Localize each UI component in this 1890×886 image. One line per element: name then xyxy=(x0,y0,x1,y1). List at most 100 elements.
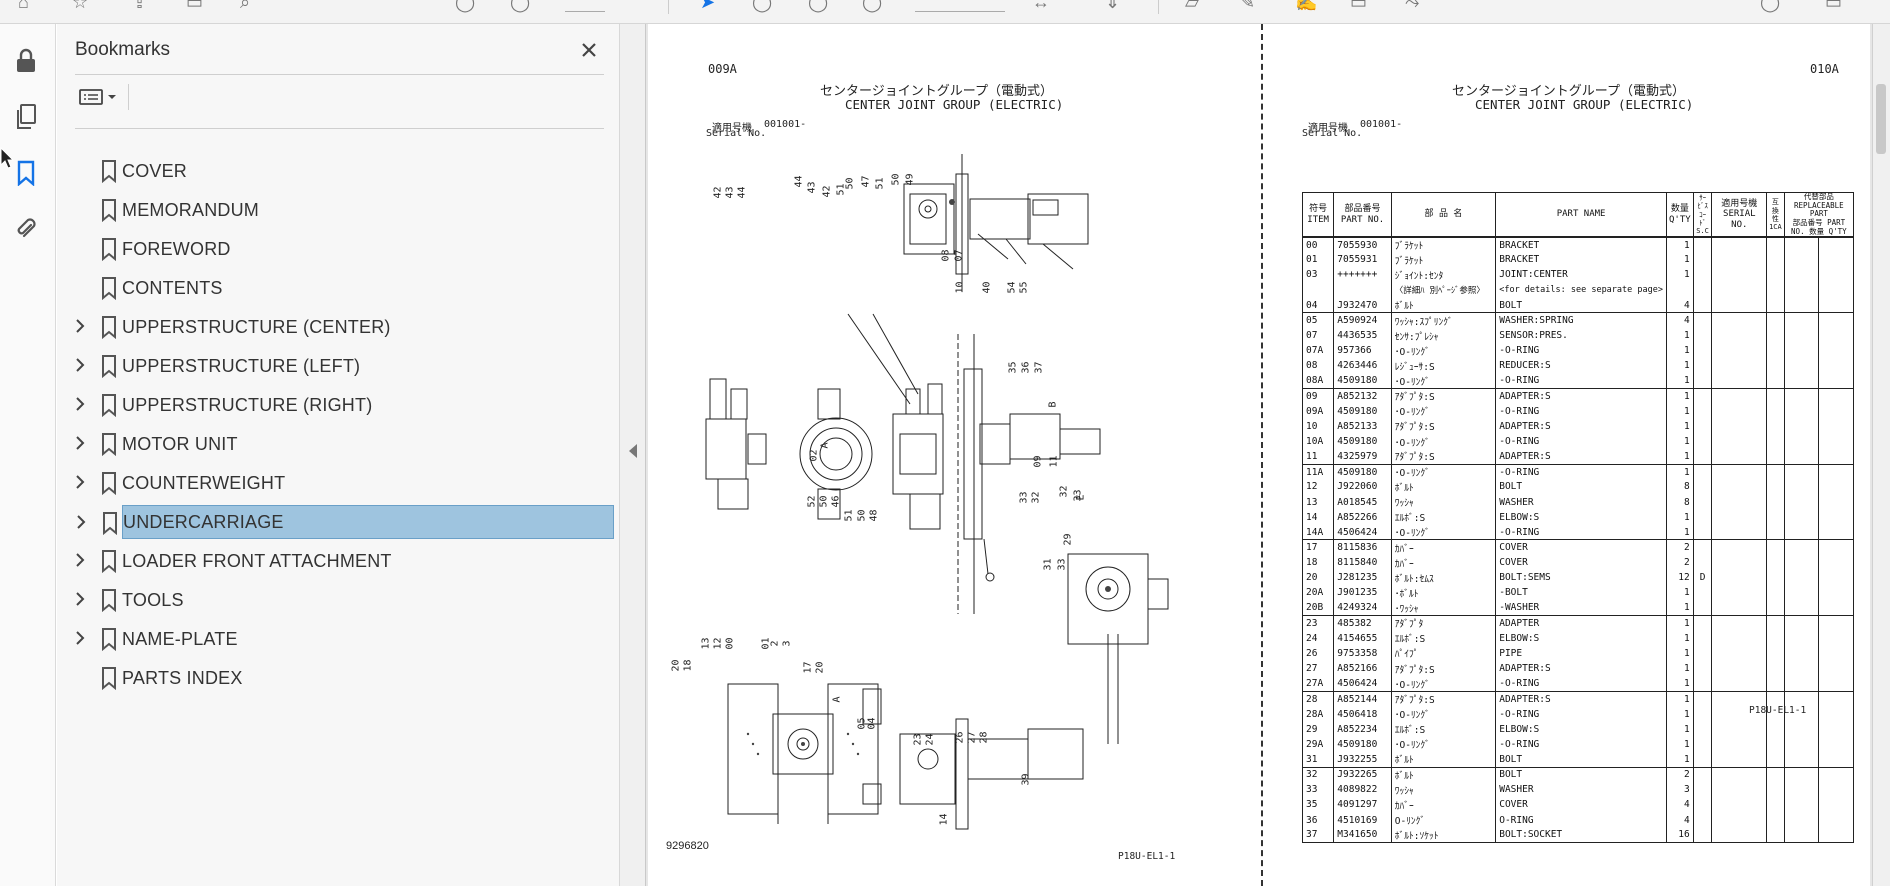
account-icon[interactable]: ◯ xyxy=(1760,0,1780,13)
cell-item: 28 xyxy=(1301,691,1335,707)
callout-number: 12 xyxy=(712,637,724,650)
cell-en: ADAPTER:S xyxy=(1495,418,1667,434)
callout-number: 51 xyxy=(843,509,855,522)
chevron-right-icon[interactable] xyxy=(72,630,88,646)
cell-part xyxy=(1333,282,1392,298)
panel-collapse-handle[interactable] xyxy=(620,24,646,886)
bookmark-item[interactable]: UPPERSTRUCTURE (RIGHT) xyxy=(76,388,614,422)
cell-empty xyxy=(1818,615,1854,631)
bookmark-item[interactable]: NAME-PLATE xyxy=(76,622,614,656)
stamp-icon[interactable]: ▭ xyxy=(1350,0,1367,13)
zoom-input[interactable] xyxy=(915,0,1005,12)
scroll-mode-icon[interactable]: ⇓ xyxy=(1105,0,1120,13)
callout-number: 50 xyxy=(856,509,868,522)
callout-number: 04 xyxy=(866,717,878,730)
cell-empty xyxy=(1766,797,1785,813)
bookmark-icon[interactable] xyxy=(10,157,42,189)
page-number-input[interactable] xyxy=(565,0,605,12)
callout-number: B xyxy=(1047,401,1059,408)
bookmark-item[interactable]: LOADER FRONT ATTACHMENT xyxy=(76,544,614,578)
expand-icon[interactable]: ▭ xyxy=(1825,0,1842,13)
chevron-right-icon[interactable] xyxy=(73,514,89,530)
cell-jp: ﾜｯｼｬ xyxy=(1390,494,1497,510)
upload-icon[interactable]: ⇪ xyxy=(132,0,147,13)
chevron-right-icon[interactable] xyxy=(72,357,88,373)
bookmark-options-button[interactable] xyxy=(75,82,127,112)
zoom-in-icon[interactable]: ◯ xyxy=(862,0,882,13)
bookmark-item[interactable]: COVER xyxy=(102,154,614,188)
attachment-icon[interactable] xyxy=(10,213,42,245)
cell-empty xyxy=(1818,312,1854,328)
vertical-scrollbar[interactable] xyxy=(1872,24,1890,886)
cell-item: 35 xyxy=(1301,797,1335,813)
sign-icon[interactable]: ✍ xyxy=(1295,0,1317,13)
select-tool-icon[interactable]: ➤ xyxy=(700,0,715,13)
cell-empty xyxy=(1818,721,1854,737)
cell-sc xyxy=(1692,736,1713,752)
lock-icon[interactable] xyxy=(10,45,42,77)
scroll-thumb[interactable] xyxy=(1876,84,1886,154)
bookmark-item[interactable]: UPPERSTRUCTURE (LEFT) xyxy=(76,349,614,383)
cell-sc xyxy=(1692,433,1713,450)
collapse-arrow-icon[interactable] xyxy=(629,444,637,458)
bookmark-item[interactable]: UNDERCARRIAGE xyxy=(77,505,614,539)
cell-jp: ﾌﾞﾗｹｯﾄ xyxy=(1390,237,1497,253)
chevron-right-icon[interactable] xyxy=(72,396,88,412)
chevron-right-icon[interactable] xyxy=(72,318,88,334)
chevron-right-icon[interactable] xyxy=(72,591,88,607)
table-row: 05 A590924 ﾜｯｼｬ:ｽﾌﾟﾘﾝｸﾞ WASHER:SPRING 4 xyxy=(1301,312,1854,328)
cell-en: COVER xyxy=(1495,539,1667,556)
bookmark-item[interactable]: FOREWORD xyxy=(102,232,614,266)
search-icon[interactable]: ⌕ xyxy=(240,0,250,13)
bookmark-label: LOADER FRONT ATTACHMENT xyxy=(122,550,392,571)
chevron-right-icon[interactable] xyxy=(72,435,88,451)
cell-empty xyxy=(1766,524,1785,541)
close-icon[interactable] xyxy=(574,35,604,65)
bookmark-item[interactable]: COUNTERWEIGHT xyxy=(76,466,614,500)
bookmark-label: MEMORANDUM xyxy=(122,199,259,220)
bookmark-item[interactable]: MOTOR UNIT xyxy=(76,427,614,461)
bookmark-item[interactable]: TOOLS xyxy=(76,583,614,617)
cell-part: 4509180 xyxy=(1333,464,1392,480)
hand-tool-icon[interactable]: ◯ xyxy=(752,0,772,13)
fit-width-icon[interactable]: ↔ xyxy=(1032,0,1050,13)
cell-part: 4091297 xyxy=(1333,797,1392,813)
cell-empty xyxy=(1766,721,1785,737)
bookmark-label: MOTOR UNIT xyxy=(122,433,238,454)
chevron-right-icon[interactable] xyxy=(72,474,88,490)
parts-table: 符号 ITEM 部品番号 PART NO. 部 品 名 PART NAME 数量 Q'… xyxy=(1301,192,1855,844)
cell-sc xyxy=(1692,388,1713,404)
cell-empty xyxy=(1711,721,1768,737)
highlight-icon[interactable]: ✎ xyxy=(1240,0,1255,13)
cell-part: 4436535 xyxy=(1333,327,1392,344)
cell-jp: ｴﾙﾎﾞ:S xyxy=(1390,509,1497,525)
cell-qty: 1 xyxy=(1665,630,1694,646)
table-row: 14A 4506424 ･O-ﾘﾝｸﾞ -O-RING 1 xyxy=(1301,524,1854,541)
cell-qty: 16 xyxy=(1665,827,1694,844)
bookmark-item[interactable]: UPPERSTRUCTURE (CENTER) xyxy=(76,310,614,344)
cell-jp: ･O-ﾘﾝｸﾞ xyxy=(1390,524,1497,541)
bookmark-icon xyxy=(102,394,116,417)
cell-empty xyxy=(1783,343,1820,359)
print-icon[interactable]: ▭ xyxy=(186,0,203,13)
chevron-right-icon[interactable] xyxy=(72,552,88,568)
star-icon[interactable]: ☆ xyxy=(72,0,88,13)
cell-sc xyxy=(1692,539,1713,556)
share-icon[interactable]: ⤳ xyxy=(1405,0,1419,13)
prev-page-icon[interactable]: ◯ xyxy=(455,0,475,13)
cell-part: A852133 xyxy=(1333,418,1392,434)
cell-empty xyxy=(1783,539,1820,556)
bookmark-item[interactable]: CONTENTS xyxy=(102,271,614,305)
bookmark-item[interactable]: PARTS INDEX xyxy=(102,661,614,695)
next-page-icon[interactable]: ◯ xyxy=(510,0,530,13)
cell-item: 09A xyxy=(1301,403,1335,419)
cell-empty xyxy=(1783,464,1820,480)
zoom-out-icon[interactable]: ◯ xyxy=(808,0,828,13)
callout-number: 20 xyxy=(670,659,682,672)
bookmark-item[interactable]: MEMORANDUM xyxy=(102,193,614,227)
cell-sc xyxy=(1692,403,1713,419)
cell-empty xyxy=(1818,827,1854,844)
comment-icon[interactable]: ▱ xyxy=(1185,0,1199,13)
copy-pages-icon[interactable] xyxy=(10,101,42,133)
home-icon[interactable]: ⌂ xyxy=(18,0,29,13)
